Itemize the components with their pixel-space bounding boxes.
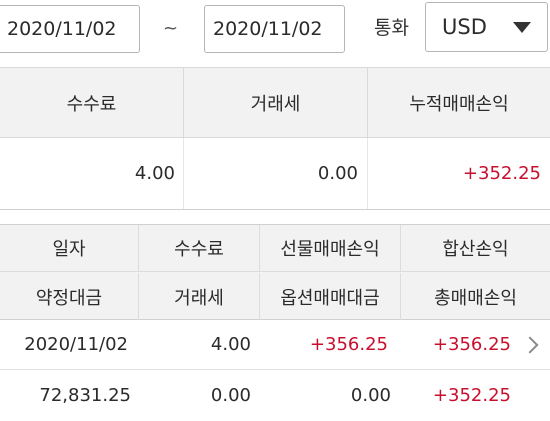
filter-bar: 2020/11/02 ~ 2020/11/02 통화 USD [0,0,550,66]
cell-options-amount: 0.00 [350,384,391,406]
cell-fee: 4.00 [210,334,251,355]
header-fee: 수수료 [174,239,224,260]
header-options-amount: 옵션매매대금 [280,287,380,309]
caret-down-icon [513,22,531,33]
cell-futures-pnl: +356.25 [309,334,388,355]
summary-header: 수수료 거래세 누적매매손익 [0,67,550,138]
currency-label: 통화 [374,17,409,39]
cell-total-pnl: +352.25 [432,384,511,406]
summary-values: 4.00 0.00 +352.25 [0,138,550,210]
header-futures-pnl: 선물매매손익 [280,239,380,260]
cell-tax: 0.00 [210,384,251,406]
summary-header-fee: 수수료 [66,93,117,115]
header-total-pnl: 총매매손익 [434,287,517,309]
header-contract-amount: 약정대금 [35,287,103,309]
date-range-separator: ~ [163,18,179,39]
summary-cumulative-pnl-value: +352.25 [462,163,541,184]
list-header-row: 일자 수수료 선물매매손익 합산손익 [0,225,550,272]
summary-header-tax: 거래세 [250,93,301,115]
start-date-field[interactable]: 2020/11/02 [0,5,140,53]
end-date-field[interactable]: 2020/11/02 [204,5,345,53]
header-tax: 거래세 [174,287,224,309]
cell-contract-amount: 72,831.25 [39,384,131,406]
header-combined-pnl: 합산손익 [442,239,509,260]
summary-header-cumulative-pnl: 누적매매손익 [409,93,509,115]
summary-tax-value: 0.00 [317,163,358,184]
table-row[interactable]: 2020/11/02 4.00 +356.25 +356.25 72,831.2… [0,320,550,421]
cell-combined-pnl: +356.25 [432,334,511,355]
row-line: 72,831.25 0.00 0.00 +352.25 [0,370,550,420]
header-date: 일자 [52,239,86,260]
summary-fee-value: 4.00 [134,163,175,184]
section-gap [0,210,550,224]
list-header: 일자 수수료 선물매매손익 합산손익 약정대금 거래세 옵션매매대금 총매매손익 [0,224,550,320]
chevron-right-icon[interactable] [521,336,539,354]
list-header-row: 약정대금 거래세 옵션매매대금 총매매손익 [0,273,550,320]
cell-date: 2020/11/02 [24,334,128,355]
currency-selected-value: USD [442,15,487,39]
currency-select[interactable]: USD [425,2,548,52]
row-line: 2020/11/02 4.00 +356.25 +356.25 [0,320,550,370]
